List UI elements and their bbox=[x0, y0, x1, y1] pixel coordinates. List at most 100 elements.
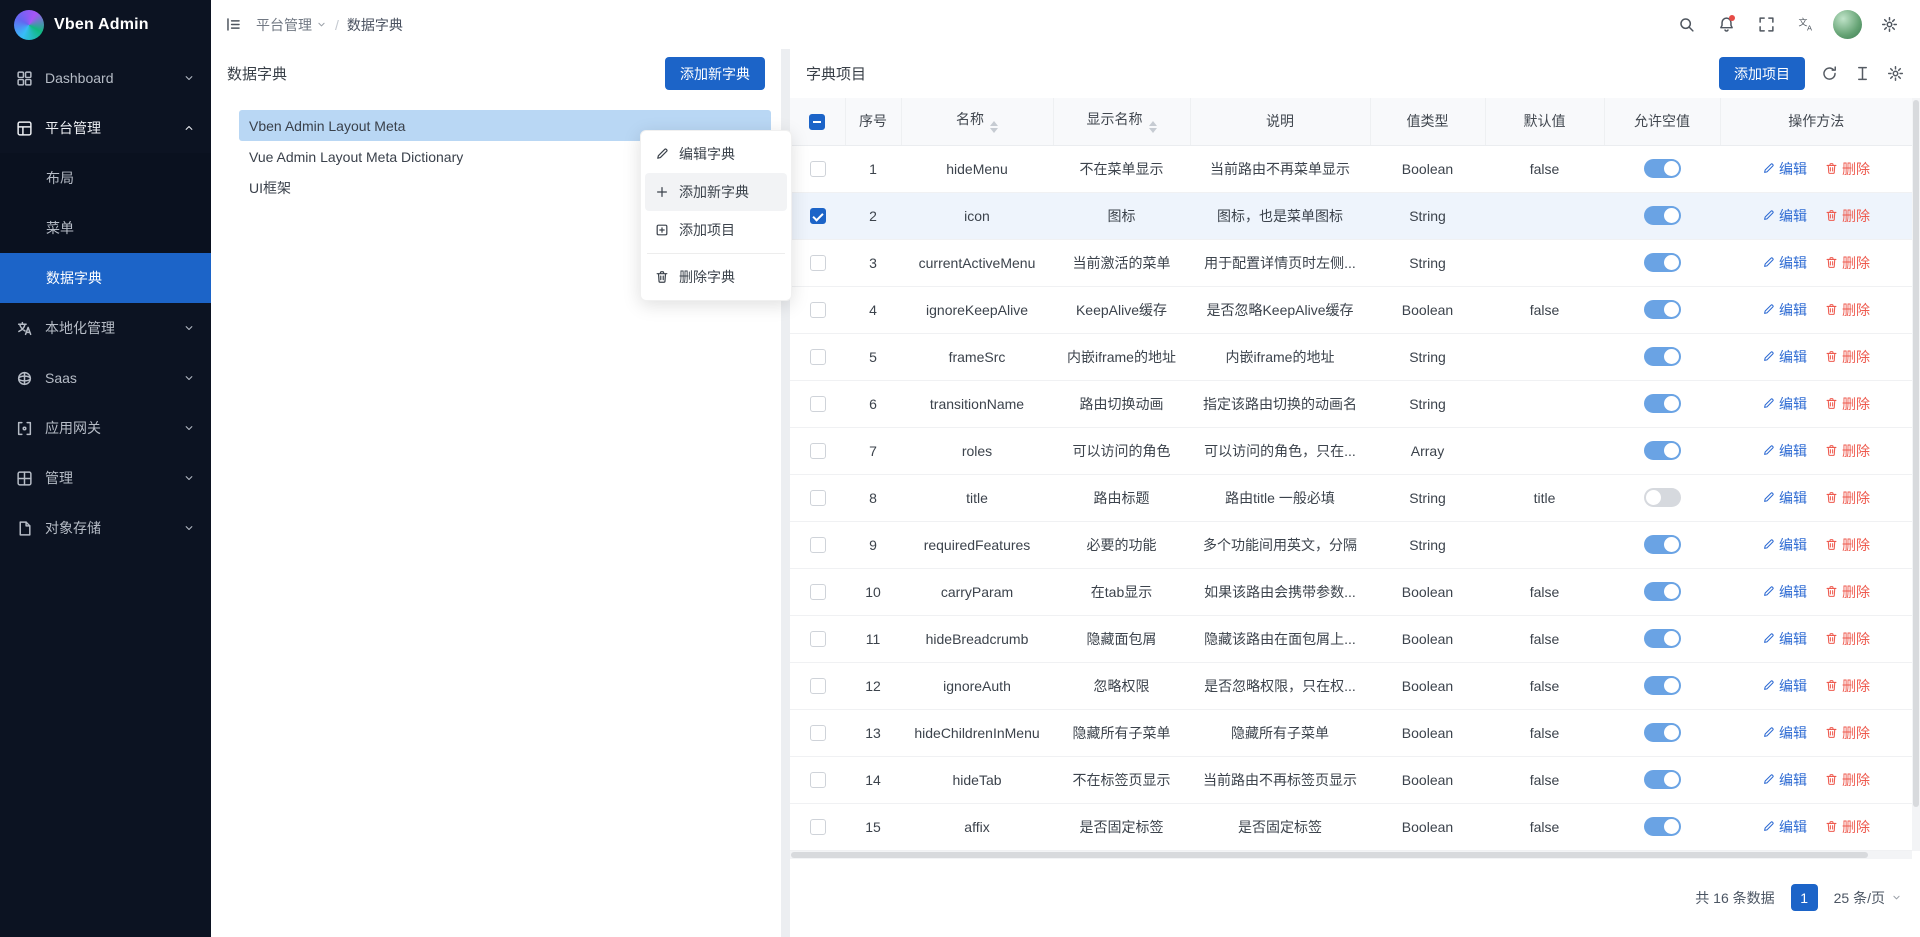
row-checkbox[interactable] bbox=[810, 631, 826, 647]
context-menu-item[interactable]: 编辑字典 bbox=[645, 135, 787, 173]
allow-null-toggle[interactable] bbox=[1644, 629, 1681, 648]
edit-row-button[interactable]: 编辑 bbox=[1762, 159, 1807, 179]
sidebar-item[interactable]: 管理 bbox=[0, 453, 211, 503]
allow-null-toggle[interactable] bbox=[1644, 676, 1681, 695]
settings-gear-icon[interactable] bbox=[1872, 8, 1906, 42]
delete-row-button[interactable]: 删除 bbox=[1825, 676, 1870, 696]
edit-row-button[interactable]: 编辑 bbox=[1762, 582, 1807, 602]
delete-row-button[interactable]: 删除 bbox=[1825, 770, 1870, 790]
row-checkbox[interactable] bbox=[810, 396, 826, 412]
delete-row-button[interactable]: 删除 bbox=[1825, 535, 1870, 555]
row-checkbox[interactable] bbox=[810, 490, 826, 506]
sidebar-item[interactable]: 本地化管理 bbox=[0, 303, 211, 353]
delete-row-button[interactable]: 删除 bbox=[1825, 723, 1870, 743]
page-number-button[interactable]: 1 bbox=[1791, 884, 1818, 911]
edit-row-button[interactable]: 编辑 bbox=[1762, 206, 1807, 226]
allow-null-toggle[interactable] bbox=[1644, 394, 1681, 413]
delete-row-button[interactable]: 删除 bbox=[1825, 347, 1870, 367]
delete-row-button[interactable]: 删除 bbox=[1825, 488, 1870, 508]
row-checkbox[interactable] bbox=[810, 208, 826, 224]
allow-null-toggle[interactable] bbox=[1644, 723, 1681, 742]
edit-row-button[interactable]: 编辑 bbox=[1762, 253, 1807, 273]
allow-null-toggle[interactable] bbox=[1644, 817, 1681, 836]
edit-row-button[interactable]: 编辑 bbox=[1762, 629, 1807, 649]
app-logo[interactable]: Vben Admin bbox=[0, 0, 211, 49]
edit-row-button[interactable]: 编辑 bbox=[1762, 817, 1807, 837]
row-checkbox[interactable] bbox=[810, 443, 826, 459]
allow-null-toggle[interactable] bbox=[1644, 488, 1681, 507]
row-checkbox[interactable] bbox=[810, 255, 826, 271]
row-checkbox[interactable] bbox=[810, 725, 826, 741]
breadcrumb-item-parent[interactable]: 平台管理 bbox=[256, 15, 327, 35]
edit-row-button[interactable]: 编辑 bbox=[1762, 770, 1807, 790]
allow-null-toggle[interactable] bbox=[1644, 441, 1681, 460]
row-checkbox[interactable] bbox=[810, 678, 826, 694]
sort-icon[interactable] bbox=[990, 121, 998, 133]
edit-row-button[interactable]: 编辑 bbox=[1762, 300, 1807, 320]
sidebar-item[interactable]: Dashboard bbox=[0, 53, 211, 103]
delete-row-button[interactable]: 删除 bbox=[1825, 159, 1870, 179]
row-checkbox[interactable] bbox=[810, 772, 826, 788]
edit-row-button[interactable]: 编辑 bbox=[1762, 535, 1807, 555]
row-height-icon[interactable] bbox=[1854, 65, 1871, 82]
sidebar-subitem[interactable]: 布局 bbox=[0, 153, 211, 203]
add-dictionary-button[interactable]: 添加新字典 bbox=[665, 57, 765, 90]
row-checkbox[interactable] bbox=[810, 302, 826, 318]
row-checkbox[interactable] bbox=[810, 349, 826, 365]
delete-row-button[interactable]: 删除 bbox=[1825, 582, 1870, 602]
column-header[interactable]: 显示名称 bbox=[1053, 98, 1190, 145]
allow-null-toggle[interactable] bbox=[1644, 159, 1681, 178]
add-item-button[interactable]: 添加项目 bbox=[1719, 57, 1805, 90]
user-avatar[interactable] bbox=[1833, 10, 1862, 39]
context-menu-item[interactable]: 删除字典 bbox=[645, 258, 787, 296]
horizontal-scrollbar[interactable] bbox=[790, 851, 1912, 859]
allow-null-toggle[interactable] bbox=[1644, 300, 1681, 319]
delete-row-button[interactable]: 删除 bbox=[1825, 817, 1870, 837]
refresh-icon[interactable] bbox=[1821, 65, 1838, 82]
column-settings-gear-icon[interactable] bbox=[1887, 65, 1904, 82]
delete-row-button[interactable]: 删除 bbox=[1825, 253, 1870, 273]
delete-row-button[interactable]: 删除 bbox=[1825, 394, 1870, 414]
allow-null-toggle[interactable] bbox=[1644, 582, 1681, 601]
allow-null-toggle[interactable] bbox=[1644, 347, 1681, 366]
allow-null-toggle[interactable] bbox=[1644, 535, 1681, 554]
delete-row-button[interactable]: 删除 bbox=[1825, 441, 1870, 461]
row-checkbox[interactable] bbox=[810, 819, 826, 835]
sidebar-item[interactable]: 平台管理 bbox=[0, 103, 211, 153]
column-header[interactable]: 名称 bbox=[901, 98, 1053, 145]
edit-row-button[interactable]: 编辑 bbox=[1762, 676, 1807, 696]
row-checkbox[interactable] bbox=[810, 537, 826, 553]
sidebar-subitem[interactable]: 数据字典 bbox=[0, 253, 211, 303]
allow-null-toggle[interactable] bbox=[1644, 253, 1681, 272]
cell-description: 是否忽略权限，只在权... bbox=[1190, 662, 1370, 709]
sidebar-item[interactable]: Saas bbox=[0, 353, 211, 403]
allow-null-toggle[interactable] bbox=[1644, 770, 1681, 789]
sort-icon[interactable] bbox=[1149, 121, 1157, 133]
edit-row-button[interactable]: 编辑 bbox=[1762, 723, 1807, 743]
notification-bell-icon[interactable] bbox=[1709, 8, 1743, 42]
row-checkbox[interactable] bbox=[810, 161, 826, 177]
row-checkbox[interactable] bbox=[810, 584, 826, 600]
delete-row-button[interactable]: 删除 bbox=[1825, 206, 1870, 226]
context-menu-item[interactable]: 添加项目 bbox=[645, 211, 787, 249]
edit-row-button[interactable]: 编辑 bbox=[1762, 488, 1807, 508]
search-icon[interactable] bbox=[1669, 8, 1703, 42]
select-all-checkbox[interactable] bbox=[809, 114, 825, 130]
delete-row-button[interactable]: 删除 bbox=[1825, 629, 1870, 649]
sidebar-item[interactable]: 应用网关 bbox=[0, 403, 211, 453]
allow-null-toggle[interactable] bbox=[1644, 206, 1681, 225]
edit-row-button[interactable]: 编辑 bbox=[1762, 394, 1807, 414]
sidebar-subitem[interactable]: 菜单 bbox=[0, 203, 211, 253]
collapse-sidebar-icon[interactable] bbox=[225, 16, 242, 33]
fullscreen-icon[interactable] bbox=[1749, 8, 1783, 42]
scrollbar-thumb[interactable] bbox=[1913, 100, 1919, 807]
scrollbar-thumb[interactable] bbox=[791, 852, 1868, 858]
edit-row-button[interactable]: 编辑 bbox=[1762, 441, 1807, 461]
context-menu-item[interactable]: 添加新字典 bbox=[645, 173, 787, 211]
sidebar-item[interactable]: 对象存储 bbox=[0, 503, 211, 553]
vertical-scrollbar[interactable] bbox=[1912, 98, 1920, 851]
edit-row-button[interactable]: 编辑 bbox=[1762, 347, 1807, 367]
delete-row-button[interactable]: 删除 bbox=[1825, 300, 1870, 320]
page-size-select[interactable]: 25 条/页 bbox=[1834, 888, 1902, 908]
translate-icon[interactable]: 文A bbox=[1789, 8, 1823, 42]
